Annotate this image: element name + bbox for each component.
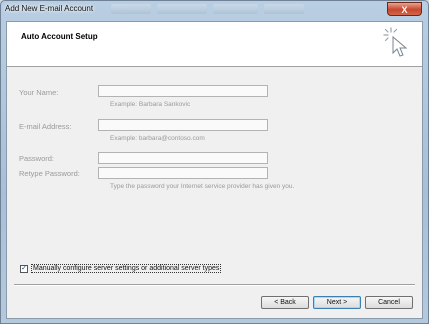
password-field[interactable] (98, 152, 268, 164)
your-name-field[interactable] (98, 85, 268, 97)
dialog-client-area: Auto Account Setup Your Name: Example: B… (6, 21, 423, 319)
footer-divider (14, 284, 415, 286)
email-field[interactable] (98, 119, 268, 131)
next-button[interactable]: Next > (313, 296, 361, 309)
your-name-hint: Example: Barbara Sankovic (110, 101, 191, 108)
manual-config-option[interactable]: ✓ Manually configure server settings or … (20, 264, 222, 273)
magic-wand-icon (383, 27, 408, 57)
title-bar[interactable]: Add New E-mail Account X (1, 1, 428, 20)
manual-config-checkbox[interactable]: ✓ (20, 264, 28, 273)
retype-password-field[interactable] (98, 167, 268, 179)
window-title: Add New E-mail Account (5, 4, 94, 13)
your-name-label: Your Name: (19, 88, 59, 97)
back-button[interactable]: < Back (261, 296, 309, 309)
manual-config-label[interactable]: Manually configure server settings or ad… (31, 264, 222, 273)
password-hint: Type the password your Internet service … (110, 183, 295, 190)
close-button[interactable]: X (387, 2, 422, 16)
background-taskbar-blur (111, 4, 381, 16)
dialog-window: Add New E-mail Account X Auto Account Se… (0, 0, 429, 324)
password-label: Password: (19, 154, 55, 163)
retype-password-label: Retype Password: (19, 169, 80, 178)
page-title: Auto Account Setup (21, 32, 98, 41)
email-hint: Example: barbara@contoso.com (110, 135, 205, 142)
cancel-button[interactable]: Cancel (365, 296, 413, 309)
email-label: E-mail Address: (19, 122, 72, 131)
wizard-header: Auto Account Setup (7, 22, 422, 67)
